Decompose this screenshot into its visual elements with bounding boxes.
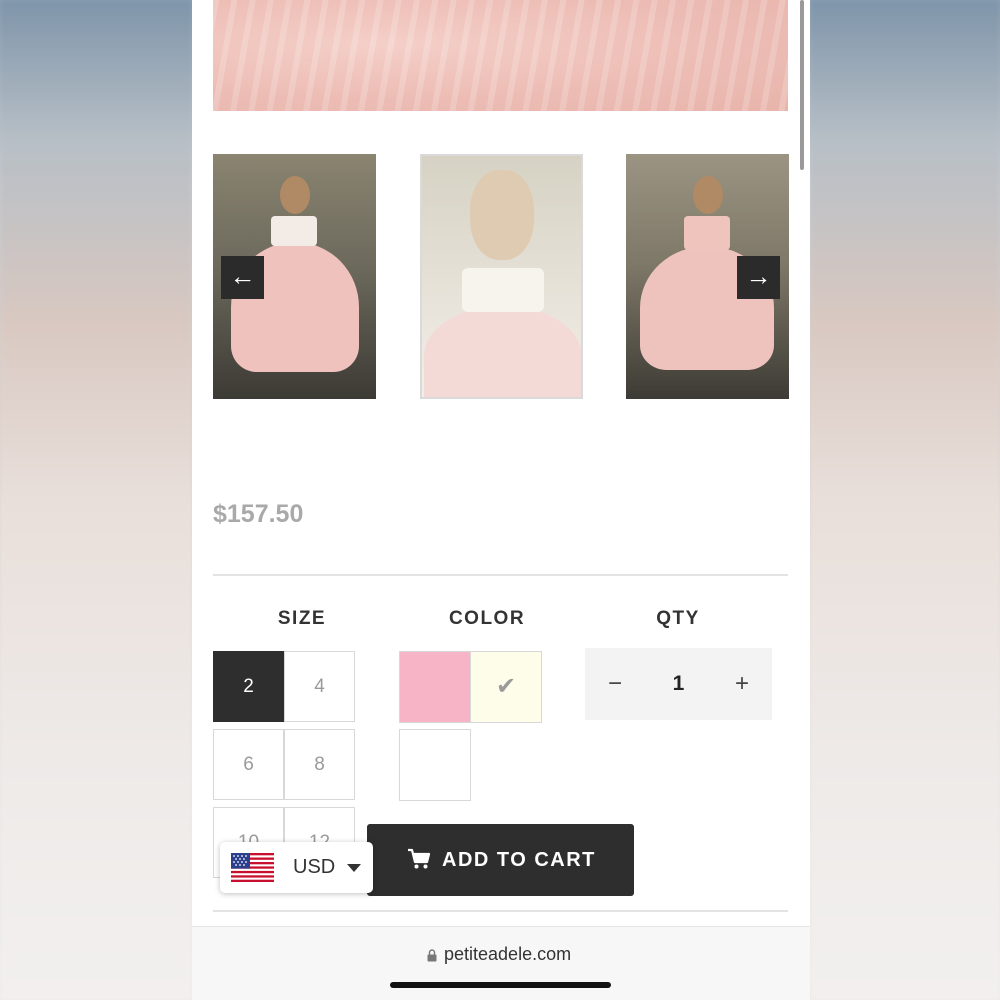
- qty-decrease-button[interactable]: −: [585, 648, 645, 720]
- arrow-right-icon: →: [745, 261, 772, 291]
- cart-icon: [408, 848, 431, 869]
- add-to-cart-label: ADD TO CART: [442, 849, 596, 871]
- qty-label: QTY: [656, 608, 700, 629]
- figure-head: [280, 176, 310, 214]
- qty-increase-button[interactable]: +: [712, 648, 772, 720]
- home-indicator[interactable]: [390, 982, 611, 988]
- chevron-down-icon: [347, 864, 361, 872]
- figure-skirt: [424, 306, 581, 397]
- product-price: $157.50: [213, 500, 304, 528]
- phone-screen: ← → $157.50 SIZE COLOR QTY 2 4 6 8 10 12…: [192, 0, 810, 1000]
- quantity-stepper: − 1 +: [585, 648, 772, 720]
- divider: [213, 574, 788, 576]
- figure-head: [693, 176, 723, 214]
- product-main-image: [213, 0, 788, 111]
- color-label: COLOR: [448, 608, 526, 629]
- figure-bodice: [462, 268, 544, 312]
- gallery-thumbnail-2[interactable]: [420, 154, 583, 399]
- divider: [213, 910, 788, 912]
- size-option-6[interactable]: 6: [213, 729, 284, 800]
- size-label: SIZE: [277, 608, 327, 629]
- add-to-cart-button[interactable]: ADD TO CART: [367, 824, 634, 896]
- currency-selector[interactable]: USD: [220, 842, 373, 893]
- qty-value[interactable]: 1: [645, 648, 712, 720]
- color-swatch-pink[interactable]: [399, 651, 471, 723]
- currency-code: USD: [293, 856, 336, 878]
- gallery-prev-button[interactable]: ←: [221, 256, 264, 299]
- url-text: petiteadele.com: [444, 944, 572, 964]
- us-flag-icon: [231, 853, 274, 882]
- lock-icon: [427, 949, 437, 962]
- size-option-2[interactable]: 2: [213, 651, 284, 722]
- figure-head: [470, 170, 534, 260]
- size-option-8[interactable]: 8: [284, 729, 355, 800]
- color-swatch-white[interactable]: [399, 729, 471, 801]
- background-right: [810, 0, 1000, 1000]
- gallery-next-button[interactable]: →: [737, 256, 780, 299]
- background-left: [0, 0, 192, 1000]
- check-icon: ✔: [495, 673, 517, 700]
- figure-bodice: [684, 216, 730, 250]
- color-swatch-ivory[interactable]: ✔: [470, 651, 542, 723]
- browser-address-bar[interactable]: petiteadele.com: [192, 926, 810, 1000]
- figure-bodice: [271, 216, 317, 246]
- size-option-4[interactable]: 4: [284, 651, 355, 722]
- scrollbar[interactable]: [800, 0, 804, 170]
- arrow-left-icon: ←: [229, 261, 256, 291]
